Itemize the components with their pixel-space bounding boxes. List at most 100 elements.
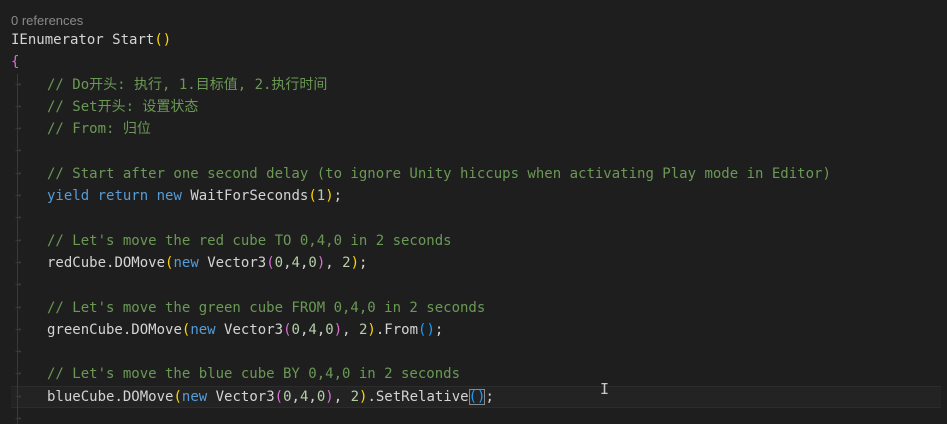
code-token: ) — [350, 254, 360, 271]
code-token: ) — [325, 188, 334, 205]
code-line[interactable]: → // Let's move the red cube TO 0,4,0 in … — [11, 229, 941, 252]
code-text: blueCube.DOMove(new Vector3(0,4,0), 2).S… — [47, 386, 494, 408]
code-token: ) — [333, 321, 343, 338]
code-token: new — [156, 188, 182, 205]
code-token: () — [418, 321, 435, 338]
code-token: SetRelative — [375, 388, 469, 405]
code-text: // Let's move the green cube FROM 0,4,0 … — [47, 297, 485, 319]
code-token: // Let's move the blue cube BY 0,4,0 in … — [47, 366, 461, 383]
code-text: // Let's move the red cube TO 0,4,0 in 2… — [47, 230, 452, 252]
code-line[interactable]: → // Start after one second delay (to ign… — [11, 162, 941, 186]
code-token: , — [325, 254, 343, 271]
code-line[interactable]: → — [11, 341, 941, 364]
code-line[interactable]: → // Let's move the blue cube BY 0,4,0 in… — [11, 363, 941, 386]
tab-arrow-icon: → — [14, 301, 22, 313]
tab-arrow-icon: → — [14, 368, 22, 380]
code-token: Vector3 — [207, 254, 267, 271]
code-token: . — [367, 388, 376, 405]
code-token: From — [384, 321, 419, 338]
code-line[interactable]: → // Set开头: 设置状态 — [11, 95, 941, 119]
code-token: ( — [308, 188, 317, 205]
code-line[interactable]: → // Let's move the green cube FROM 0,4,0… — [11, 296, 941, 319]
code-line[interactable]: → blueCube.DOMove(new Vector3(0,4,0), 2).… — [11, 385, 941, 409]
code-text: IEnumerator Start() — [11, 29, 171, 51]
code-token: ; — [359, 254, 368, 271]
code-text: // Set开头: 设置状态 — [47, 96, 198, 118]
code-token: DOMove — [122, 388, 174, 405]
code-token: // Let's move the green cube FROM 0,4,0 … — [47, 299, 486, 316]
code-text: { — [11, 51, 19, 73]
codelens-references[interactable]: 0 references — [11, 13, 83, 28]
code-token: return — [97, 188, 149, 205]
code-line[interactable]: → — [11, 408, 941, 424]
code-line[interactable]: → — [11, 274, 941, 297]
code-token: 0 — [291, 321, 300, 338]
code-text: greenCube.DOMove(new Vector3(0,4,0), 2).… — [47, 319, 443, 341]
code-line[interactable]: IEnumerator Start() — [11, 29, 941, 51]
code-line[interactable]: → — [11, 140, 941, 163]
tab-arrow-icon: → — [14, 212, 22, 224]
tab-arrow-icon: → — [14, 100, 22, 112]
code-token: // Set开头: 设置状态 — [47, 98, 199, 115]
code-line[interactable]: → — [11, 207, 941, 230]
code-token: redCube — [47, 254, 107, 271]
code-text: redCube.DOMove(new Vector3(0,4,0), 2); — [47, 252, 367, 274]
code-token: 0 — [283, 388, 292, 405]
code-token: Vector3 — [224, 321, 284, 338]
code-token: ; — [485, 388, 494, 405]
code-line[interactable]: → greenCube.DOMove(new Vector3(0,4,0), 2)… — [11, 318, 941, 342]
tab-arrow-icon: → — [14, 190, 22, 202]
code-token: , — [333, 388, 351, 405]
code-text: // From: 归位 — [47, 118, 151, 140]
code-token: // Let's move the red cube TO 0,4,0 in 2… — [47, 232, 452, 249]
code-editor[interactable]: 0 references IEnumerator Start(){→// Do开… — [0, 0, 947, 424]
code-text: // Let's move the blue cube BY 0,4,0 in … — [47, 363, 460, 385]
code-token: , — [308, 388, 317, 405]
code-text: // Start after one second delay (to igno… — [47, 163, 831, 185]
code-token: 4 — [291, 254, 300, 271]
tab-arrow-icon: → — [14, 145, 22, 157]
code-token: DOMove — [114, 254, 166, 271]
code-token: , — [316, 321, 326, 338]
code-token: // Do开头: 执行, 1.目标值, 2.执行时间 — [47, 76, 328, 93]
code-token: 4 — [308, 321, 317, 338]
tab-arrow-icon: → — [14, 346, 22, 358]
code-line[interactable]: → redCube.DOMove(new Vector3(0,4,0), 2); — [11, 251, 941, 275]
code-token: IEnumerator — [11, 32, 104, 48]
tab-arrow-icon: → — [14, 390, 22, 402]
code-token: 0 — [316, 388, 326, 405]
code-token: WaitForSeconds — [190, 188, 309, 205]
code-token: new — [181, 388, 208, 405]
code-line[interactable]: → // Do开头: 执行, 1.目标值, 2.执行时间 — [11, 73, 941, 96]
code-token: 0 — [274, 254, 284, 271]
tab-arrow-icon: → — [14, 167, 22, 179]
code-token: 0 — [308, 254, 317, 271]
code-token: 0 — [325, 321, 334, 338]
tab-arrow-icon: → — [14, 413, 22, 424]
code-token: , — [283, 254, 292, 271]
code-token: ( — [173, 388, 182, 405]
code-token: 1 — [316, 188, 326, 205]
code-token: DOMove — [131, 321, 182, 338]
code-token: , — [291, 388, 300, 405]
code-token: ; — [333, 188, 343, 205]
code-token: 2 — [342, 254, 351, 271]
code-token: new — [190, 321, 216, 338]
code-token: ( — [283, 321, 292, 338]
code-line[interactable]: { — [11, 51, 941, 73]
code-token: ( — [274, 388, 284, 405]
code-line[interactable]: → // From: 归位 — [11, 118, 941, 141]
code-token: ; — [434, 321, 444, 338]
code-lines[interactable]: IEnumerator Start(){→// Do开头: 执行, 1.目标值,… — [11, 29, 941, 424]
code-token: . — [114, 388, 123, 405]
tab-arrow-icon: → — [14, 123, 22, 135]
code-line[interactable]: → yield return new WaitForSeconds(1); — [11, 185, 941, 208]
code-text: yield return new WaitForSeconds(1); — [47, 185, 342, 207]
code-token: Vector3 — [215, 388, 275, 405]
